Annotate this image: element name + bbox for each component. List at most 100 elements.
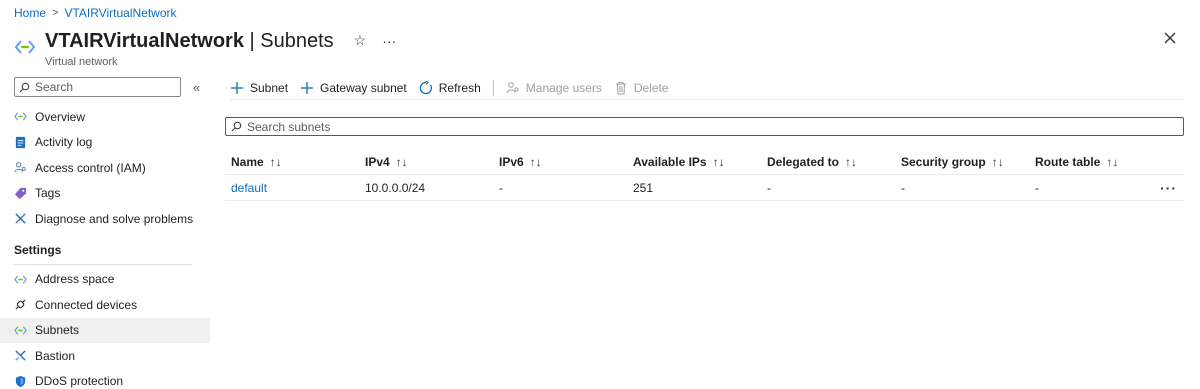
sidebar-item-diagnose[interactable]: Diagnose and solve problems <box>0 206 210 232</box>
sort-icon[interactable]: ↑↓ <box>396 155 408 169</box>
subnet-link[interactable]: default <box>231 181 267 195</box>
sidebar-nav: Overview Activity log Access control (IA… <box>0 104 210 389</box>
breadcrumb: Home > VTAIRVirtualNetwork <box>14 6 177 20</box>
sidebar-item-iam[interactable]: Access control (IAM) <box>0 155 210 181</box>
sidebar-item-label: Subnets <box>35 323 80 338</box>
bastion-icon <box>15 350 26 361</box>
sidebar-item-activity-log[interactable]: Activity log <box>0 130 210 156</box>
sidebar-divider <box>14 263 192 265</box>
column-header-route-table[interactable]: Route table ↑↓ <box>1029 155 1154 169</box>
sidebar-search-input[interactable]: Search <box>14 77 181 97</box>
sidebar-item-label: Activity log <box>35 135 93 150</box>
manage-users-button[interactable]: Manage users <box>506 81 602 95</box>
vnet-icon <box>14 326 27 335</box>
add-subnet-label: Subnet <box>250 80 289 95</box>
column-header-label: Name <box>231 155 264 169</box>
refresh-button[interactable]: Refresh <box>419 80 481 95</box>
column-header-security-group[interactable]: Security group ↑↓ <box>895 155 1029 169</box>
sidebar-item-label: Address space <box>35 272 115 287</box>
shield-icon <box>15 375 26 387</box>
vnet-icon <box>14 275 27 284</box>
breadcrumb-home[interactable]: Home <box>14 6 46 20</box>
wrench-icon <box>15 213 26 224</box>
more-actions-icon[interactable]: ··· <box>382 33 396 49</box>
cell-ipv6: - <box>499 180 503 195</box>
sidebar-item-label: Connected devices <box>35 297 138 312</box>
table-header: Name ↑↓ IPv4 ↑↓ IPv6 ↑↓ Available IPs ↑↓ Del… <box>225 150 1184 175</box>
refresh-icon <box>419 80 432 94</box>
cell-security-group: - <box>901 180 905 195</box>
sidebar-search-placeholder: Search <box>35 80 74 94</box>
vnet-icon <box>14 40 36 54</box>
sidebar-item-label: Diagnose and solve problems <box>35 211 194 226</box>
sort-icon[interactable]: ↑↓ <box>845 155 857 169</box>
sidebar-item-label: Overview <box>35 109 86 124</box>
sidebar-item-tags[interactable]: Tags <box>0 181 210 207</box>
column-header-ipv4[interactable]: IPv4 ↑↓ <box>359 155 493 169</box>
column-header-available-ips[interactable]: Available IPs ↑↓ <box>627 155 761 169</box>
page-title: VTAIRVirtualNetwork | Subnets <box>45 28 334 54</box>
cell-available-ips: 251 <box>633 180 654 195</box>
breadcrumb-current[interactable]: VTAIRVirtualNetwork <box>64 6 176 20</box>
sort-icon[interactable]: ↑↓ <box>1106 155 1118 169</box>
sidebar-item-subnets[interactable]: Subnets <box>0 317 210 343</box>
delete-button[interactable]: Delete <box>614 81 669 95</box>
delete-label: Delete <box>633 80 669 95</box>
sort-icon[interactable]: ↑↓ <box>270 155 282 169</box>
sidebar-item-label: Tags <box>35 186 61 201</box>
sidebar-section-settings: Settings <box>14 242 62 257</box>
column-header-delegated-to[interactable]: Delegated to ↑↓ <box>761 155 895 169</box>
cell-route-table: - <box>1035 180 1039 195</box>
page-subtitle: Virtual network <box>45 56 118 68</box>
column-header-ipv6[interactable]: IPv6 ↑↓ <box>493 155 627 169</box>
column-header-label: Route table <box>1035 155 1101 169</box>
plus-icon <box>231 81 243 94</box>
sidebar-item-label: Access control (IAM) <box>35 160 146 175</box>
column-header-label: IPv4 <box>365 155 390 169</box>
sort-icon[interactable]: ↑↓ <box>992 155 1004 169</box>
plug-icon <box>15 299 26 310</box>
add-gateway-subnet-label: Gateway subnet <box>320 80 407 95</box>
sidebar-item-overview[interactable]: Overview <box>0 104 210 130</box>
activity-log-icon <box>15 136 26 148</box>
add-gateway-subnet-button[interactable]: Gateway subnet <box>300 81 407 95</box>
plus-icon <box>301 81 314 94</box>
sidebar-item-address-space[interactable]: Address space <box>0 267 210 293</box>
tag-icon <box>14 187 27 199</box>
page-title-section: | Subnets <box>243 30 334 52</box>
page-title-resource: VTAIRVirtualNetwork <box>45 30 244 52</box>
sidebar-item-label: DDoS protection <box>35 374 124 389</box>
sort-icon[interactable]: ↑↓ <box>713 155 725 169</box>
users-icon <box>506 81 519 93</box>
search-subnets-placeholder: Search subnets <box>247 119 331 134</box>
sidebar-item-label: Bastion <box>35 348 76 363</box>
sidebar: Search « Overview Activity log Access co… <box>0 76 210 389</box>
search-icon <box>231 121 242 132</box>
vnet-icon <box>14 112 27 121</box>
command-bar: Subnet Gateway subnet Refresh Manage use… <box>230 76 1184 100</box>
column-header-label: Delegated to <box>767 155 840 169</box>
row-more-actions-icon[interactable]: ··· <box>1154 180 1184 196</box>
sort-icon[interactable]: ↑↓ <box>530 155 542 169</box>
sidebar-item-bastion[interactable]: Bastion <box>0 343 210 369</box>
close-icon[interactable] <box>1162 30 1178 46</box>
subnets-table: Name ↑↓ IPv4 ↑↓ IPv6 ↑↓ Available IPs ↑↓ Del… <box>225 150 1184 201</box>
favorite-star-icon[interactable]: ☆ <box>354 32 367 49</box>
sidebar-item-ddos-protection[interactable]: DDoS protection <box>0 369 210 389</box>
cell-name: default <box>225 181 359 195</box>
column-header-label: Security group <box>901 155 986 169</box>
search-subnets-input[interactable]: Search subnets <box>225 117 1184 136</box>
refresh-label: Refresh <box>438 80 481 95</box>
cell-delegated-to: - <box>767 180 771 195</box>
breadcrumb-separator: > <box>52 7 59 19</box>
column-header-name[interactable]: Name ↑↓ <box>225 155 359 169</box>
sidebar-item-connected-devices[interactable]: Connected devices <box>0 292 210 318</box>
search-icon <box>19 82 30 92</box>
column-header-label: IPv6 <box>499 155 524 169</box>
manage-users-label: Manage users <box>525 80 602 95</box>
cell-ipv4: 10.0.0.0/24 <box>365 180 426 195</box>
page-header: VTAIRVirtualNetwork | Subnets Virtual ne… <box>14 28 396 68</box>
add-subnet-button[interactable]: Subnet <box>230 81 288 95</box>
trash-icon <box>615 81 626 94</box>
collapse-sidebar-icon[interactable]: « <box>193 80 200 95</box>
